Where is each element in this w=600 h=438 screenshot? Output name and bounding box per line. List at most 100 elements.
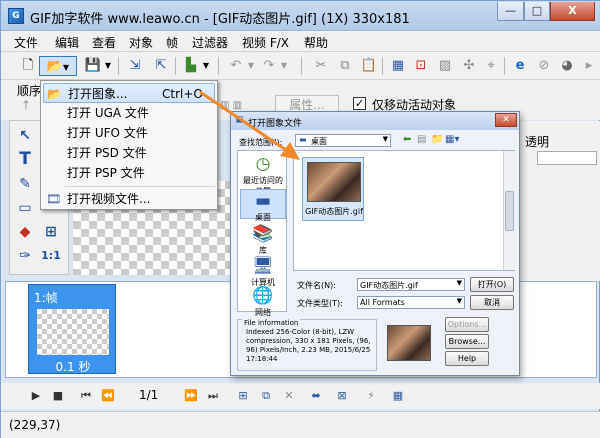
tool2-icon[interactable]: ⊡: [411, 56, 431, 76]
play-icon[interactable]: ▶: [27, 387, 45, 405]
menu-item-open-image[interactable]: 📂 打开图象... Ctrl+O: [43, 83, 215, 103]
order-up-icon[interactable]: ↑: [21, 98, 31, 112]
up-folder-icon[interactable]: ▤: [417, 134, 426, 145]
zoom-1to1-icon[interactable]: 1:1: [40, 245, 62, 267]
frame-props-icon[interactable]: ▦: [389, 387, 407, 405]
menu-file[interactable]: 文件: [14, 34, 38, 51]
frame-effect-icon[interactable]: ⊠: [333, 387, 351, 405]
status-bar: (229,37): [1, 411, 600, 438]
new-icon[interactable]: 🗋: [18, 56, 38, 76]
duplicate-frame-icon[interactable]: ⧉: [257, 387, 275, 405]
undo-icon[interactable]: ↶: [226, 56, 246, 76]
import-icon[interactable]: ⇲: [125, 56, 145, 76]
menu-item-label: 打开视频文件...: [67, 192, 151, 206]
frame-item[interactable]: 1:帧 0.1 秒: [28, 284, 116, 374]
back-icon[interactable]: ⬅: [403, 134, 411, 145]
tool7-icon[interactable]: ◕: [557, 56, 577, 76]
chevron-down-icon[interactable]: ▼: [245, 56, 257, 76]
menu-edit[interactable]: 编辑: [55, 34, 79, 51]
menu-object[interactable]: 对象: [129, 34, 153, 51]
dialog-icon: ▣: [235, 115, 244, 125]
first-frame-icon[interactable]: ⏮: [77, 387, 95, 405]
menu-frame[interactable]: 帧: [166, 34, 178, 51]
ie-icon[interactable]: e: [510, 56, 530, 76]
tool5-icon[interactable]: ⌖: [481, 56, 501, 76]
tool4-icon[interactable]: ✣: [459, 56, 479, 76]
filetype-select[interactable]: All Formats ▼: [357, 296, 465, 309]
new-folder-icon[interactable]: 📁: [431, 134, 443, 145]
copy-icon[interactable]: ⧉: [335, 56, 355, 76]
video-icon: 🎞: [46, 192, 62, 206]
dialog-close-button[interactable]: ✕: [495, 113, 517, 127]
open-button[interactable]: 打开(O): [470, 277, 514, 292]
filename-input[interactable]: GIF动态图片.gif ▼: [357, 278, 465, 291]
maximize-button[interactable]: □: [524, 2, 550, 21]
fill-tool-icon[interactable]: ◆: [14, 221, 36, 243]
delete-frame-icon[interactable]: ✕: [280, 387, 298, 405]
prev-frame-icon[interactable]: ⏪: [99, 387, 117, 405]
cursor-coords: (229,37): [9, 418, 61, 432]
next-frame-icon[interactable]: ⏩: [182, 387, 200, 405]
redo-icon[interactable]: ↷: [259, 56, 279, 76]
tool3-icon[interactable]: ▨: [435, 56, 455, 76]
chevron-down-icon: ▼: [456, 297, 462, 305]
menu-item-open-ufo[interactable]: 打开 UFO 文件: [43, 123, 215, 143]
save-icon[interactable]: 💾: [83, 56, 103, 76]
look-in-select[interactable]: ▬ 桌面 ▼: [295, 134, 391, 147]
tool8-icon[interactable]: ▸: [579, 56, 599, 76]
last-frame-icon[interactable]: ⏭: [204, 387, 222, 405]
tool1-icon[interactable]: ▦: [388, 56, 408, 76]
look-in-value: 桌面: [311, 137, 327, 146]
file-list-scrollbar[interactable]: [503, 151, 515, 270]
chevron-down-icon[interactable]: ▼: [278, 56, 290, 76]
menu-item-open-psp[interactable]: 打开 PSP 文件: [43, 163, 215, 183]
file-info-group: File information Indexed 256-Color (8-bi…: [237, 319, 377, 371]
text-tool-icon[interactable]: T: [14, 148, 36, 170]
frame-tool-icon[interactable]: ⚡: [362, 387, 380, 405]
order-label: 顺序: [17, 84, 42, 98]
move-active-checkbox[interactable]: ✓: [353, 97, 366, 110]
menu-item-open-psd[interactable]: 打开 PSD 文件: [43, 143, 215, 163]
help-button[interactable]: Help: [445, 351, 489, 366]
export-icon[interactable]: ⇱: [151, 56, 171, 76]
crop-tool-icon[interactable]: ⊞: [40, 221, 62, 243]
eraser-tool-icon[interactable]: ▭: [14, 197, 36, 219]
menu-filter[interactable]: 过滤器: [192, 34, 228, 51]
cancel-button[interactable]: 取消: [470, 295, 514, 310]
filetype-label: 文件类型(T):: [297, 299, 343, 308]
chevron-down-icon[interactable]: ▼: [102, 56, 114, 76]
place-computer[interactable]: 🖥 计算机: [240, 255, 286, 288]
place-library[interactable]: 📚 库: [240, 223, 286, 256]
close-button[interactable]: X: [550, 2, 595, 21]
browse-button[interactable]: Browse...: [445, 334, 489, 349]
paste-icon[interactable]: 📋: [359, 56, 379, 76]
place-network[interactable]: 🌐 网络: [240, 285, 286, 318]
options-button[interactable]: Options...: [445, 317, 489, 332]
minimize-button[interactable]: —: [497, 2, 524, 21]
select-tool-icon[interactable]: ↖: [14, 125, 36, 147]
place-desktop[interactable]: ▬ 桌面: [240, 189, 286, 222]
menu-video-fx[interactable]: 视频 F/X: [242, 34, 289, 51]
frame-counter: 1/1: [139, 388, 159, 402]
file-preview: [387, 325, 431, 361]
menu-view[interactable]: 查看: [92, 34, 116, 51]
network-icon: 🌐: [252, 286, 274, 306]
scrollbar-thumb[interactable]: [505, 191, 514, 231]
color-icon[interactable]: ▙: [181, 56, 201, 76]
eyedropper-tool-icon[interactable]: ✑: [14, 245, 36, 267]
transparency-stepper[interactable]: [537, 151, 597, 165]
brush-tool-icon[interactable]: ✎: [14, 173, 36, 195]
menu-help[interactable]: 帮助: [304, 34, 328, 51]
open-button[interactable]: 📂▼: [39, 56, 77, 76]
filename-label: 文件名(N):: [297, 281, 336, 290]
stop-icon[interactable]: ■: [49, 387, 67, 405]
chevron-down-icon[interactable]: ▼: [200, 56, 212, 76]
tool6-icon[interactable]: ⊘: [534, 56, 554, 76]
file-item[interactable]: GIF动态图片.gif: [302, 157, 364, 221]
view-menu-icon[interactable]: ▦▾: [445, 134, 459, 145]
menu-item-open-uga[interactable]: 打开 UGA 文件: [43, 103, 215, 123]
menu-item-open-video[interactable]: 🎞 打开视频文件...: [43, 189, 215, 209]
cut-icon[interactable]: ✂: [311, 56, 331, 76]
add-frame-icon[interactable]: ⊞: [234, 387, 252, 405]
move-frame-icon[interactable]: ⬌: [307, 387, 325, 405]
